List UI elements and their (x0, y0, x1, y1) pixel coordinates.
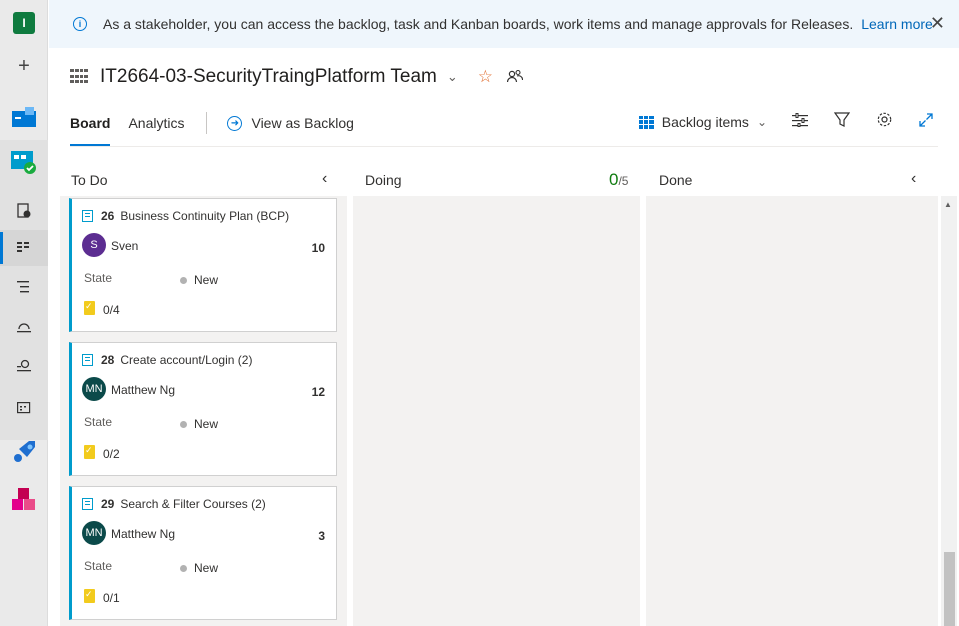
task-checklist-icon (84, 445, 95, 459)
column-header-doing: Doing (365, 172, 402, 188)
board-tabs: Board Analytics ➜ View as Backlog (70, 108, 354, 146)
state-value[interactable]: New (194, 417, 218, 431)
stakeholder-banner: i As a stakeholder, you can access the b… (49, 0, 959, 48)
view-as-backlog-label: View as Backlog (251, 115, 354, 131)
header-divider (70, 146, 938, 147)
card-title[interactable]: 29 Search & Filter Courses (2) (82, 497, 266, 511)
left-nav-rail: I + (0, 0, 48, 626)
org-initial: I (13, 12, 35, 34)
work-item-card[interactable]: 29 Search & Filter Courses (2) MN Matthe… (69, 486, 337, 620)
org-avatar[interactable]: I (0, 5, 48, 41)
filter-icon[interactable] (833, 111, 851, 133)
expand-icon[interactable] (917, 112, 935, 132)
state-value[interactable]: New (194, 273, 218, 287)
state-indicator (180, 277, 187, 284)
card-id: 29 (101, 497, 115, 511)
queries-icon[interactable] (0, 348, 48, 384)
state-label: State (84, 415, 113, 429)
tab-divider (206, 112, 208, 134)
user-story-icon (82, 498, 93, 510)
arrow-right-circle-icon: ➜ (227, 115, 243, 131)
card-id: 28 (101, 353, 115, 367)
task-checklist-icon (84, 589, 95, 603)
avatar[interactable]: MN (82, 521, 106, 545)
tab-analytics[interactable]: Analytics (128, 108, 184, 138)
wip-max: /5 (618, 174, 629, 188)
overview-icon[interactable] (0, 99, 48, 135)
collapse-column-icon[interactable]: ‹ (911, 170, 916, 188)
state-label: State (84, 271, 113, 285)
scrollbar-thumb[interactable] (944, 552, 955, 626)
task-progress[interactable]: 0/4 (103, 303, 120, 317)
work-item-card[interactable]: 28 Create account/Login (2) MN Matthew N… (69, 342, 337, 476)
boards-icon[interactable] (0, 230, 48, 266)
info-icon: i (73, 17, 87, 31)
team-header: IT2664-03-SecurityTraingPlatform Team ⌄ … (70, 62, 524, 92)
chevron-down-icon: ⌄ (756, 115, 767, 129)
column-header-done: Done (659, 172, 693, 188)
backlog-level-icon (638, 115, 654, 129)
assignee[interactable]: Matthew Ng (111, 383, 175, 397)
avatar[interactable]: MN (82, 377, 106, 401)
card-title-text: Search & Filter Courses (2) (120, 497, 266, 511)
backlogs-icon[interactable] (0, 269, 48, 305)
task-progress[interactable]: 0/2 (103, 447, 120, 461)
column-header-todo: To Do (71, 172, 108, 188)
column-done[interactable] (646, 196, 938, 626)
add-icon[interactable]: + (0, 48, 48, 84)
wip-limit: 0/5 (609, 170, 628, 190)
tab-board[interactable]: Board (70, 108, 111, 146)
scroll-up-arrow-icon[interactable]: ▲ (944, 200, 952, 209)
delivery-plans-icon[interactable] (0, 390, 48, 426)
column-doing[interactable] (353, 196, 640, 626)
pipelines-icon[interactable] (0, 434, 48, 470)
card-id: 26 (101, 209, 115, 223)
state-label: State (84, 559, 113, 573)
team-members-icon[interactable] (506, 69, 524, 86)
story-points[interactable]: 10 (312, 241, 325, 255)
card-title[interactable]: 28 Create account/Login (2) (82, 353, 252, 367)
assignee[interactable]: Sven (111, 239, 138, 253)
state-indicator (180, 565, 187, 572)
artifacts-icon[interactable] (0, 482, 48, 518)
state-value[interactable]: New (194, 561, 218, 575)
state-indicator (180, 421, 187, 428)
avatar[interactable]: S (82, 233, 106, 257)
banner-text: As a stakeholder, you can access the bac… (103, 16, 854, 32)
card-title-text: Create account/Login (2) (120, 353, 253, 367)
card-title[interactable]: 26 Business Continuity Plan (BCP) (82, 209, 289, 223)
board-toolbar: Backlog items ⌄ (638, 110, 935, 134)
task-progress[interactable]: 0/1 (103, 591, 120, 605)
work-items-icon[interactable] (0, 192, 48, 228)
story-points[interactable]: 12 (312, 385, 325, 399)
backlog-level-selector[interactable]: Backlog items ⌄ (638, 114, 767, 130)
boards-hub-icon[interactable] (0, 144, 48, 180)
collapse-column-icon[interactable]: ‹ (322, 170, 327, 188)
card-title-text: Business Continuity Plan (BCP) (120, 209, 290, 223)
story-points[interactable]: 3 (318, 529, 325, 543)
board-grid-icon (70, 69, 88, 85)
task-checklist-icon (84, 301, 95, 315)
gear-icon[interactable] (875, 111, 893, 133)
backlog-level-label: Backlog items (661, 114, 749, 130)
learn-more-link[interactable]: Learn more (861, 16, 933, 32)
work-item-card[interactable]: 26 Business Continuity Plan (BCP) S Sven… (69, 198, 337, 332)
view-as-backlog-button[interactable]: ➜ View as Backlog (227, 115, 354, 131)
chevron-down-icon[interactable]: ⌄ (447, 69, 458, 85)
favorite-star-icon[interactable]: ☆ (478, 67, 493, 87)
sprints-icon[interactable] (0, 309, 48, 345)
settings-sliders-icon[interactable] (791, 112, 809, 132)
user-story-icon (82, 210, 93, 222)
close-icon[interactable]: ✕ (930, 14, 945, 32)
assignee[interactable]: Matthew Ng (111, 527, 175, 541)
team-title[interactable]: IT2664-03-SecurityTraingPlatform Team (100, 66, 437, 88)
user-story-icon (82, 354, 93, 366)
